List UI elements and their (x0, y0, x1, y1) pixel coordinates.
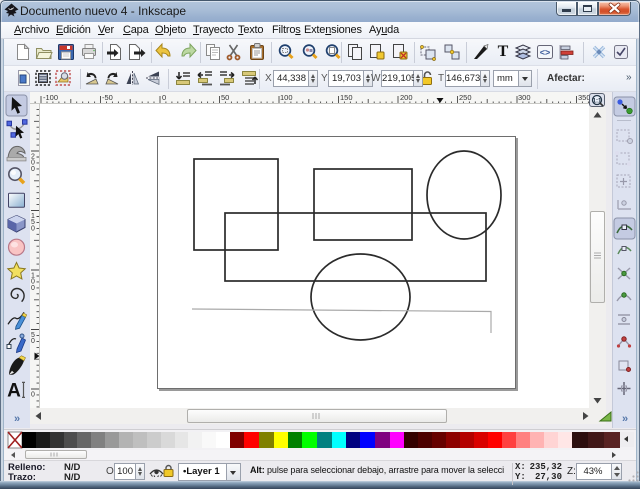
svg-text:A: A (7, 380, 21, 401)
svg-text:100: 100 (280, 93, 293, 102)
svg-text:350: 350 (578, 93, 589, 102)
svg-text:<>: <> (540, 48, 551, 58)
svg-text:0: 0 (31, 338, 35, 345)
svg-text:0: 0 (162, 93, 166, 102)
svg-text:250: 250 (459, 93, 472, 102)
svg-text:150: 150 (340, 93, 353, 102)
svg-text:-50: -50 (102, 93, 113, 102)
svg-text:0: 0 (31, 392, 35, 399)
svg-text:T: T (498, 43, 509, 60)
svg-text:0: 0 (31, 166, 35, 173)
svg-text:50: 50 (221, 93, 229, 102)
svg-text:300: 300 (518, 93, 531, 102)
svg-text:-100: -100 (43, 93, 58, 102)
svg-text:0: 0 (31, 285, 35, 292)
svg-text:»: » (622, 413, 628, 425)
svg-text:0: 0 (31, 225, 35, 232)
svg-text:»: » (14, 413, 20, 425)
svg-text:200: 200 (400, 93, 413, 102)
